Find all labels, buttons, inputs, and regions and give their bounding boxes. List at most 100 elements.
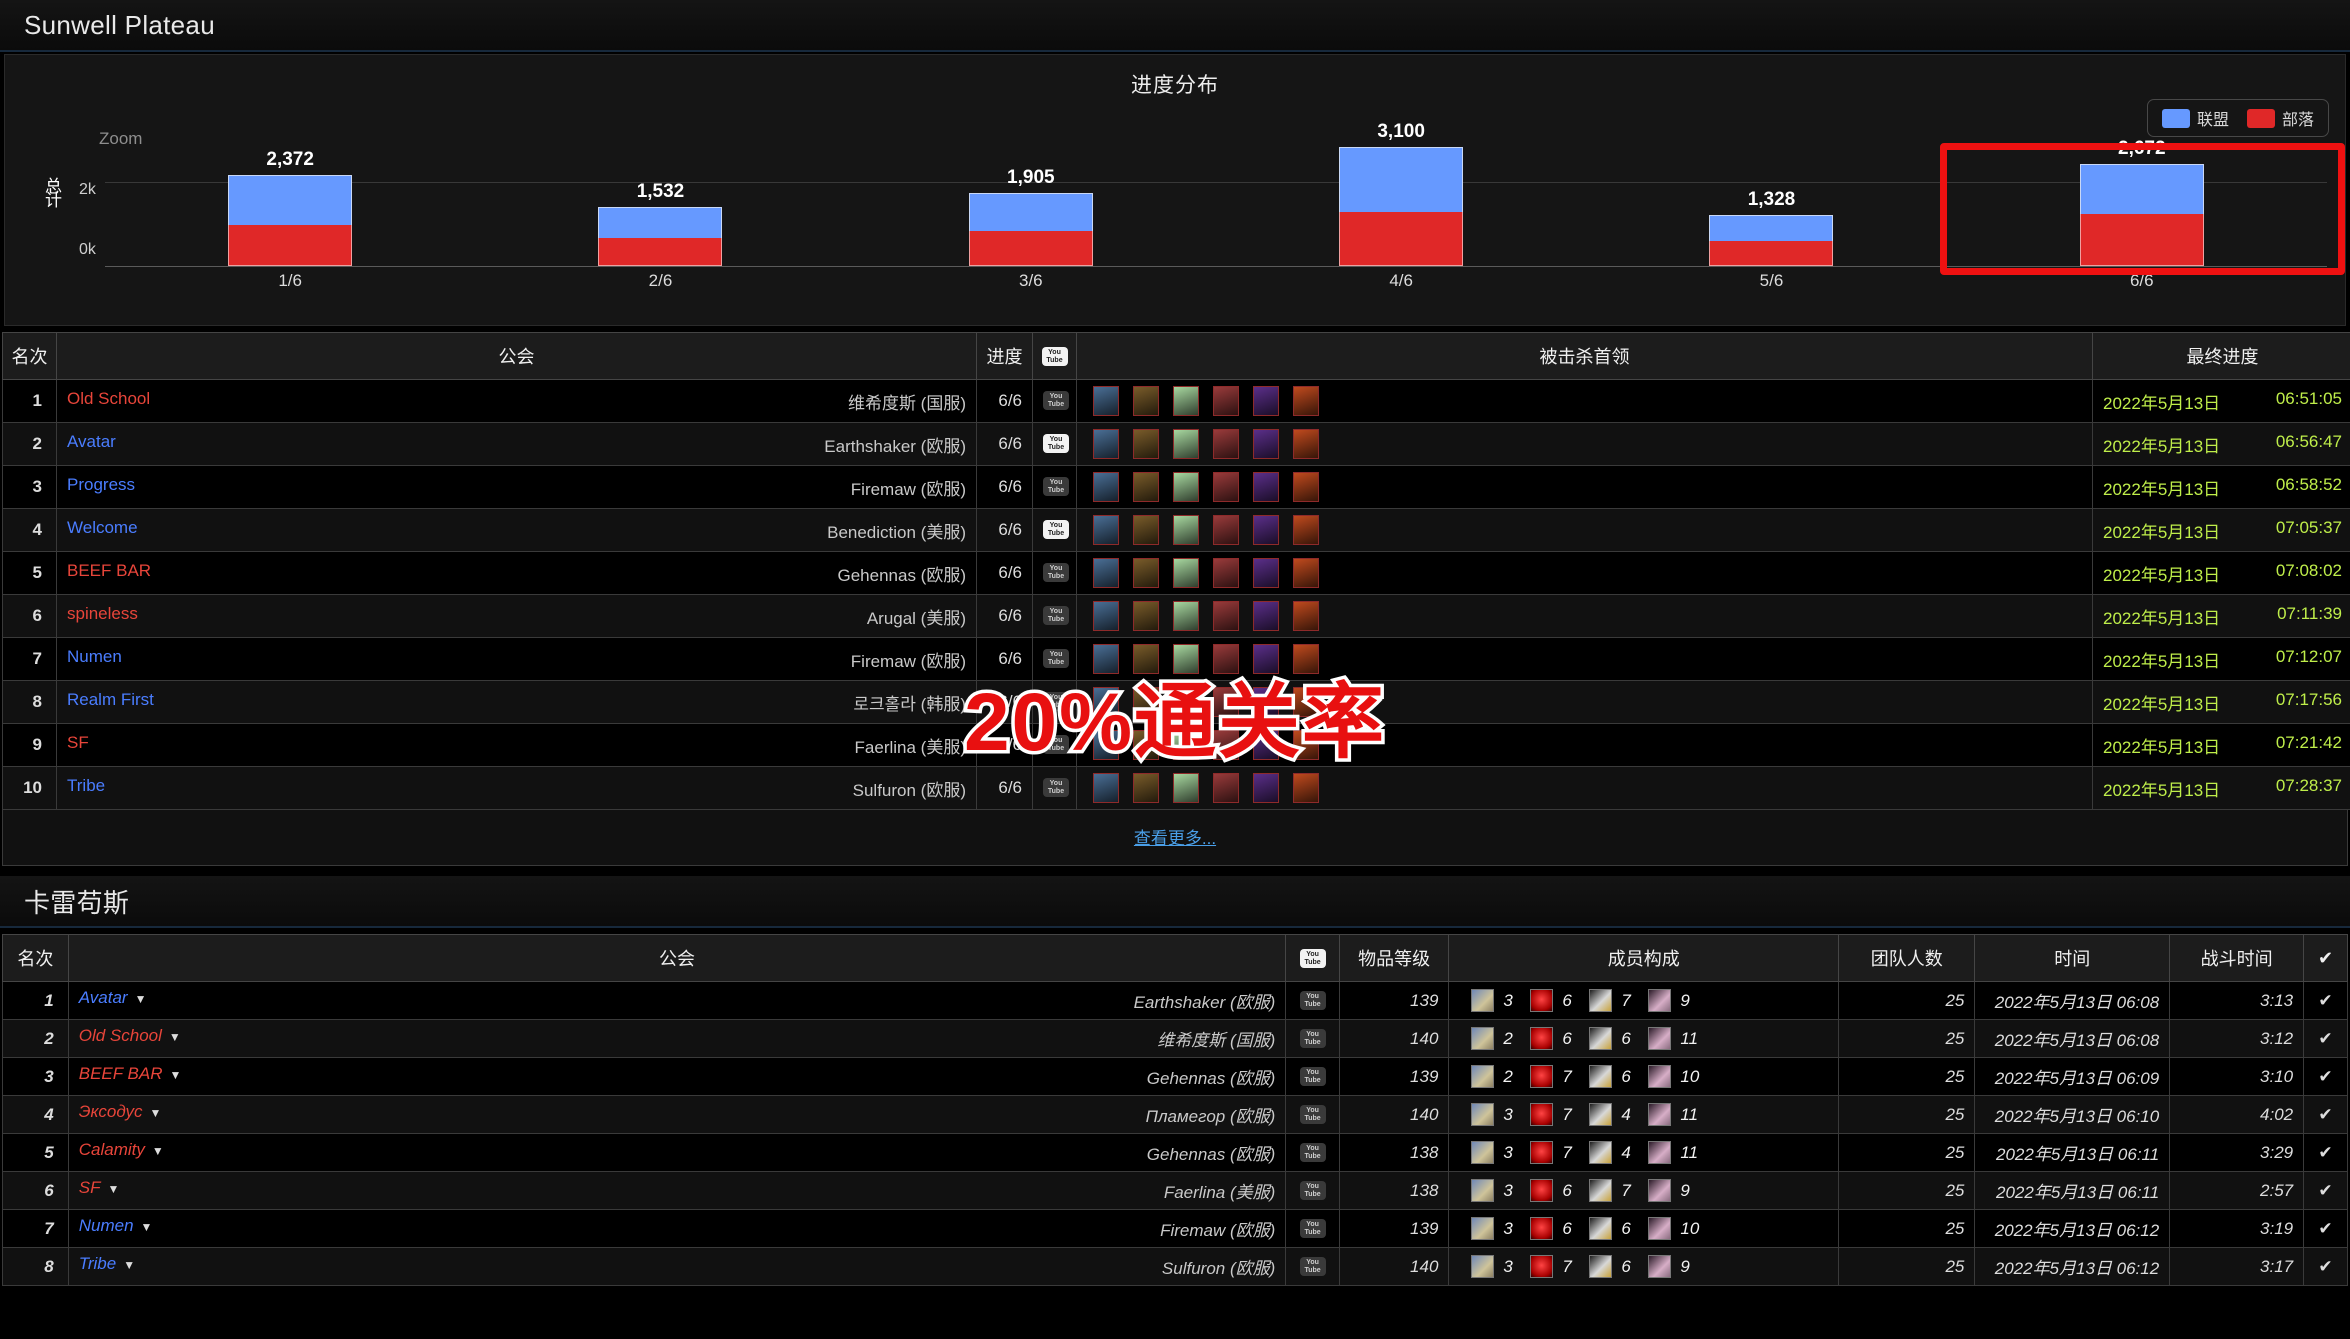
bar-segment-horde[interactable] <box>228 224 353 266</box>
bar-group-6-6[interactable]: 2,672 <box>1957 137 2326 266</box>
th2-time[interactable]: 时间 <box>1974 934 2171 982</box>
guild-link[interactable]: BEEF BAR <box>67 561 151 581</box>
boss-icon-3[interactable] <box>1173 429 1199 459</box>
table-row[interactable]: 4 Welcome Benediction (美服) 6/6 You Tube 2022年5… <box>2 508 2350 552</box>
table-row[interactable]: 5 Calamity ▼ Gehennas (欧服) You Tube 138 3 7 4 11 25… <box>2 1133 2348 1172</box>
guild-link[interactable]: Realm First <box>67 690 154 710</box>
table-row[interactable]: 2 Avatar Earthshaker (欧服) 6/6 You Tube 2022年5月… <box>2 422 2350 466</box>
boss-icon-5[interactable] <box>1253 558 1279 588</box>
boss-icon-6[interactable] <box>1293 515 1319 545</box>
chevron-down-icon[interactable]: ▼ <box>150 1106 162 1120</box>
boss-icon-5[interactable] <box>1253 601 1279 631</box>
bar-group-3-6[interactable]: 1,905 <box>846 137 1215 266</box>
boss-icon-4[interactable] <box>1213 515 1239 545</box>
boss-icon-3[interactable] <box>1173 386 1199 416</box>
table-row[interactable]: 5 BEEF BAR Gehennas (欧服) 6/6 You Tube 2022年5月1… <box>2 551 2350 595</box>
boss-icon-6[interactable] <box>1293 773 1319 803</box>
boss-icon-5[interactable] <box>1253 472 1279 502</box>
bar-group-5-6[interactable]: 1,328 <box>1587 137 1956 266</box>
youtube-icon[interactable]: You Tube <box>1299 1218 1326 1238</box>
boss-icon-2[interactable] <box>1133 472 1159 502</box>
bar-group-1-6[interactable]: 2,372 <box>106 137 475 266</box>
guild-link[interactable]: Tribe <box>79 1254 116 1274</box>
th-rank[interactable]: 名次 <box>2 332 57 380</box>
guild-link[interactable]: Avatar <box>79 988 128 1008</box>
boss-icon-3[interactable] <box>1173 515 1199 545</box>
cell-youtube[interactable]: You Tube <box>1285 1095 1340 1134</box>
boss-icon-6[interactable] <box>1293 558 1319 588</box>
bar-segment-horde[interactable] <box>968 230 1093 266</box>
boss-icon-2[interactable] <box>1133 558 1159 588</box>
guild-link[interactable]: SF <box>67 733 89 753</box>
table-row[interactable]: 1 Avatar ▼ Earthshaker (欧服) You Tube 139 3 6 7 9 25… <box>2 981 2348 1020</box>
boss-icon-3[interactable] <box>1173 601 1199 631</box>
table-row[interactable]: 6 SF ▼ Faerlina (美服) You Tube 138 3 6 7 9 25 2022年5月… <box>2 1171 2348 1210</box>
th2-raid-size[interactable]: 团队人数 <box>1838 934 1976 982</box>
bar-segment-alliance[interactable] <box>2079 163 2204 215</box>
guild-link[interactable]: Old School <box>67 389 150 409</box>
guild-link[interactable]: Numen <box>79 1216 134 1236</box>
boss-icon-4[interactable] <box>1213 386 1239 416</box>
cell-youtube[interactable]: You Tube <box>1032 422 1077 466</box>
boss-icon-1[interactable] <box>1093 601 1119 631</box>
boss-icon-1[interactable] <box>1093 773 1119 803</box>
table-row[interactable]: 6 spineless Arugal (美服) 6/6 You Tube 2022年5月13… <box>2 594 2350 638</box>
chevron-down-icon[interactable]: ▼ <box>135 992 147 1006</box>
bar-group-4-6[interactable]: 3,100 <box>1217 121 1586 266</box>
legend-item-horde[interactable]: 部落 <box>2246 106 2314 130</box>
guild-link[interactable]: SF <box>79 1178 101 1198</box>
th2-guild[interactable]: 公会 <box>67 934 1287 982</box>
youtube-icon[interactable]: You Tube <box>1299 1180 1326 1200</box>
bar-group-2-6[interactable]: 1,532 <box>476 137 845 266</box>
table-row[interactable]: 3 BEEF BAR ▼ Gehennas (欧服) You Tube 139 2 7 6 10 25… <box>2 1057 2348 1096</box>
th-guild[interactable]: 公会 <box>56 332 977 380</box>
youtube-icon[interactable]: You Tube <box>1299 990 1326 1010</box>
boss-icon-3[interactable] <box>1173 558 1199 588</box>
boss-icon-3[interactable] <box>1173 773 1199 803</box>
boss-icon-4[interactable] <box>1213 429 1239 459</box>
youtube-icon[interactable]: You Tube <box>1043 477 1069 496</box>
table-row[interactable]: 4 Эксодус ▼ Пламегор (欧服) You Tube 140 3 7 4 11 25 2… <box>2 1095 2348 1134</box>
guild-link[interactable]: Calamity <box>79 1140 145 1160</box>
boss-icon-1[interactable] <box>1093 386 1119 416</box>
bar-segment-horde[interactable] <box>1709 241 1834 266</box>
chevron-down-icon[interactable]: ▼ <box>152 1144 164 1158</box>
boss-icon-5[interactable] <box>1253 386 1279 416</box>
boss-icon-2[interactable] <box>1133 515 1159 545</box>
boss-icon-1[interactable] <box>1093 472 1119 502</box>
boss-icon-6[interactable] <box>1293 601 1319 631</box>
th2-item-level[interactable]: 物品等级 <box>1338 934 1450 982</box>
youtube-icon[interactable]: You Tube <box>1299 1066 1326 1086</box>
boss-icon-2[interactable] <box>1133 386 1159 416</box>
cell-youtube[interactable]: You Tube <box>1032 594 1077 638</box>
boss-icon-2[interactable] <box>1133 773 1159 803</box>
youtube-icon[interactable]: You Tube <box>1299 1028 1326 1048</box>
boss-icon-5[interactable] <box>1253 429 1279 459</box>
cell-youtube[interactable]: You Tube <box>1032 508 1077 552</box>
guild-link[interactable]: Old School <box>79 1026 162 1046</box>
table-row[interactable]: 8 Tribe ▼ Sulfuron (欧服) You Tube 140 3 7 6 9 25 2022… <box>2 1247 2348 1286</box>
youtube-icon[interactable]: You Tube <box>1043 778 1069 797</box>
table-row[interactable]: 3 Progress Firemaw (欧服) 6/6 You Tube 2022年5月13… <box>2 465 2350 509</box>
boss-icon-6[interactable] <box>1293 429 1319 459</box>
boss-icon-5[interactable] <box>1253 773 1279 803</box>
cell-youtube[interactable]: You Tube <box>1285 1019 1340 1058</box>
youtube-icon[interactable]: You Tube <box>1299 1142 1326 1162</box>
boss-icon-4[interactable] <box>1213 472 1239 502</box>
bar-segment-alliance[interactable] <box>598 207 723 239</box>
cell-youtube[interactable]: You Tube <box>1285 1247 1340 1286</box>
table-row[interactable]: 2 Old School ▼ 维希度斯 (国服) You Tube 140 2 6 6 11 25 20… <box>2 1019 2348 1058</box>
guild-link[interactable]: BEEF BAR <box>79 1064 163 1084</box>
guild-link[interactable]: Avatar <box>67 432 116 452</box>
youtube-icon[interactable]: You Tube <box>1043 434 1069 453</box>
th2-composition[interactable]: 成员构成 <box>1448 934 1840 982</box>
guild-link[interactable]: Эксодус <box>79 1102 143 1122</box>
youtube-icon[interactable]: You Tube <box>1043 563 1069 582</box>
bar-segment-horde[interactable] <box>1339 212 1464 266</box>
boss-icon-1[interactable] <box>1093 515 1119 545</box>
cell-youtube[interactable]: You Tube <box>1285 981 1340 1020</box>
boss-icon-6[interactable] <box>1293 472 1319 502</box>
boss-icon-6[interactable] <box>1293 386 1319 416</box>
chevron-down-icon[interactable]: ▼ <box>107 1182 119 1196</box>
cell-youtube[interactable]: You Tube <box>1285 1133 1340 1172</box>
